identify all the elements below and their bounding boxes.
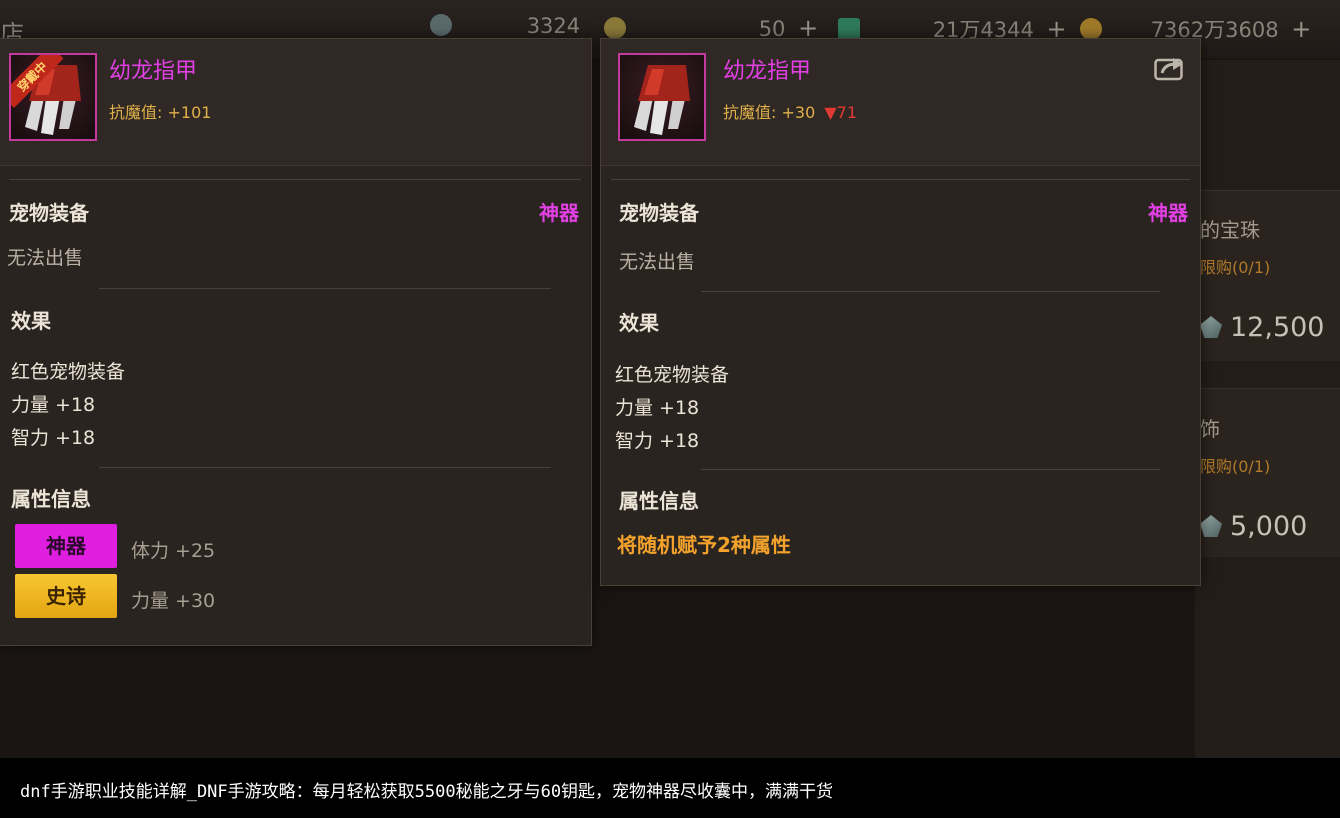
item-name: 幼龙指甲 — [109, 59, 198, 84]
divider — [701, 291, 1160, 292]
item-icon — [618, 53, 706, 141]
divider — [99, 288, 551, 289]
currency-value: 3324 — [526, 14, 581, 38]
tooltip-header: 穿戴中 幼龙指甲 抗魔值: +101 — [0, 39, 591, 166]
shop-item-name: 饰 — [1200, 417, 1220, 441]
effect-line: 力量 +18 — [615, 397, 700, 419]
compare-item-tooltip: 幼龙指甲 抗魔值: +30 ▼71 宠物装备 神器 无法出售 效果 红色宠物装备… — [600, 38, 1201, 586]
shop-item-price[interactable]: 5,000 — [1200, 511, 1307, 542]
gem-icon — [1200, 316, 1222, 338]
shop-item-price[interactable]: 12,500 — [1200, 312, 1324, 343]
shop-item-limit: 限购(0/1) — [1200, 457, 1271, 476]
stat-decrease: ▼71 — [824, 103, 858, 122]
attr-title: 属性信息 — [619, 489, 699, 513]
attr-title: 属性信息 — [11, 487, 91, 511]
item-grade: 神器 — [1148, 201, 1188, 225]
epic-tag: 史诗 — [15, 574, 117, 618]
item-name: 幼龙指甲 — [723, 59, 812, 84]
claw-icon — [634, 65, 690, 135]
stat-value: +101 — [167, 103, 212, 122]
caption-text: dnf手游职业技能详解_DNF手游攻略：每月轻松获取5500秘能之牙与60钥匙，… — [20, 782, 834, 802]
price-value: 5,000 — [1230, 511, 1308, 542]
caption-bar: dnf手游职业技能详解_DNF手游攻略：每月轻松获取5500秘能之牙与60钥匙，… — [0, 758, 1340, 818]
attr-value: 力量 +30 — [131, 590, 216, 612]
divider — [701, 469, 1160, 470]
effect-line: 力量 +18 — [11, 394, 96, 416]
sell-status: 无法出售 — [619, 251, 696, 273]
equipped-item-tooltip: 穿戴中 幼龙指甲 抗魔值: +101 宠物装备 神器 无法出售 效果 红色宠物装… — [0, 38, 592, 646]
attr-value: 体力 +25 — [131, 540, 216, 562]
random-attr-note: 将随机赋予2种属性 — [617, 533, 791, 557]
gem-icon — [1200, 515, 1222, 537]
effect-line: 智力 +18 — [11, 427, 96, 449]
share-icon[interactable] — [1154, 55, 1186, 81]
effect-line: 红色宠物装备 — [615, 364, 730, 386]
divider — [9, 179, 581, 180]
divider — [611, 179, 1190, 180]
gem-icon — [430, 14, 452, 36]
divider — [99, 467, 551, 468]
tooltip-header: 幼龙指甲 抗魔值: +30 ▼71 — [601, 39, 1200, 166]
stat-label: 抗魔值: — [723, 103, 777, 122]
shop-item-limit: 限购(0/1) — [1200, 258, 1271, 277]
item-category: 宠物装备 — [619, 201, 699, 225]
gold-icon — [1080, 18, 1102, 40]
effect-title: 效果 — [619, 311, 659, 335]
stat-value: +30 — [781, 103, 816, 122]
item-icon: 穿戴中 — [9, 53, 97, 141]
price-value: 12,500 — [1230, 312, 1325, 343]
crystal-icon — [838, 18, 860, 40]
add-gold-button[interactable]: + — [1291, 15, 1311, 43]
item-stat: 抗魔值: +101 — [109, 99, 211, 123]
stat-label: 抗魔值: — [109, 103, 163, 122]
item-stat: 抗魔值: +30 ▼71 — [723, 99, 857, 123]
item-grade: 神器 — [539, 201, 579, 225]
shop-item-name: 的宝珠 — [1200, 218, 1260, 242]
coin-icon — [604, 17, 626, 39]
sell-status: 无法出售 — [7, 247, 84, 269]
artifact-tag: 神器 — [15, 524, 117, 568]
currency-gem: 3324 — [430, 14, 580, 38]
effect-title: 效果 — [11, 309, 51, 333]
effect-line: 智力 +18 — [615, 430, 700, 452]
effect-line: 红色宠物装备 — [11, 361, 126, 383]
item-category: 宠物装备 — [9, 201, 89, 225]
